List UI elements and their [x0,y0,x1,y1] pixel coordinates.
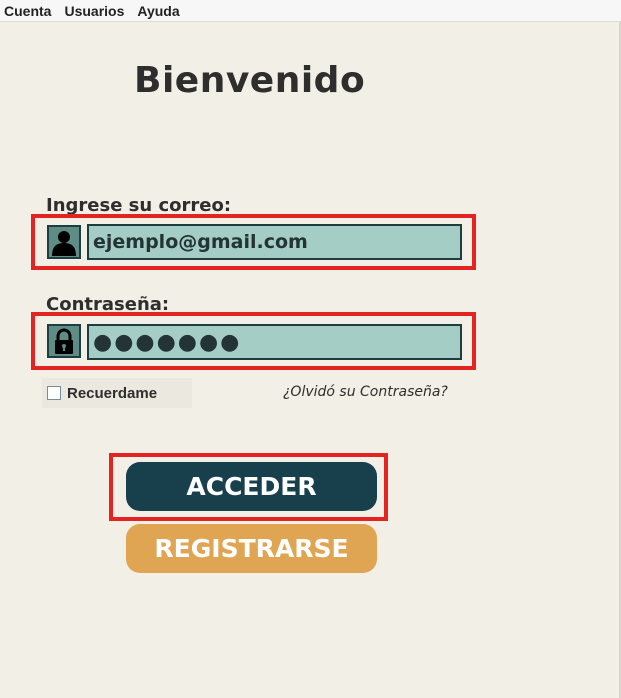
forgot-password-link[interactable]: ¿Olvidó su Contraseña? [283,384,448,400]
login-button[interactable]: ACCEDER [126,462,377,511]
remember-checkbox[interactable] [47,386,61,400]
remember-checkbox-row[interactable]: Recuerdame [42,378,192,408]
menu-usuarios[interactable]: Usuarios [59,3,132,19]
page-title: Bienvenido [134,60,366,101]
menu-cuenta[interactable]: Cuenta [0,3,59,19]
remember-label: Recuerdame [67,384,158,402]
email-field[interactable] [87,224,462,260]
email-label: Ingrese su correo: [46,195,232,216]
menu-bar: Cuenta Usuarios Ayuda [0,0,621,22]
user-icon [47,225,81,259]
password-field[interactable] [87,324,462,360]
menu-ayuda[interactable]: Ayuda [132,3,187,19]
lock-icon [47,324,81,358]
register-button[interactable]: REGISTRARSE [126,524,377,573]
